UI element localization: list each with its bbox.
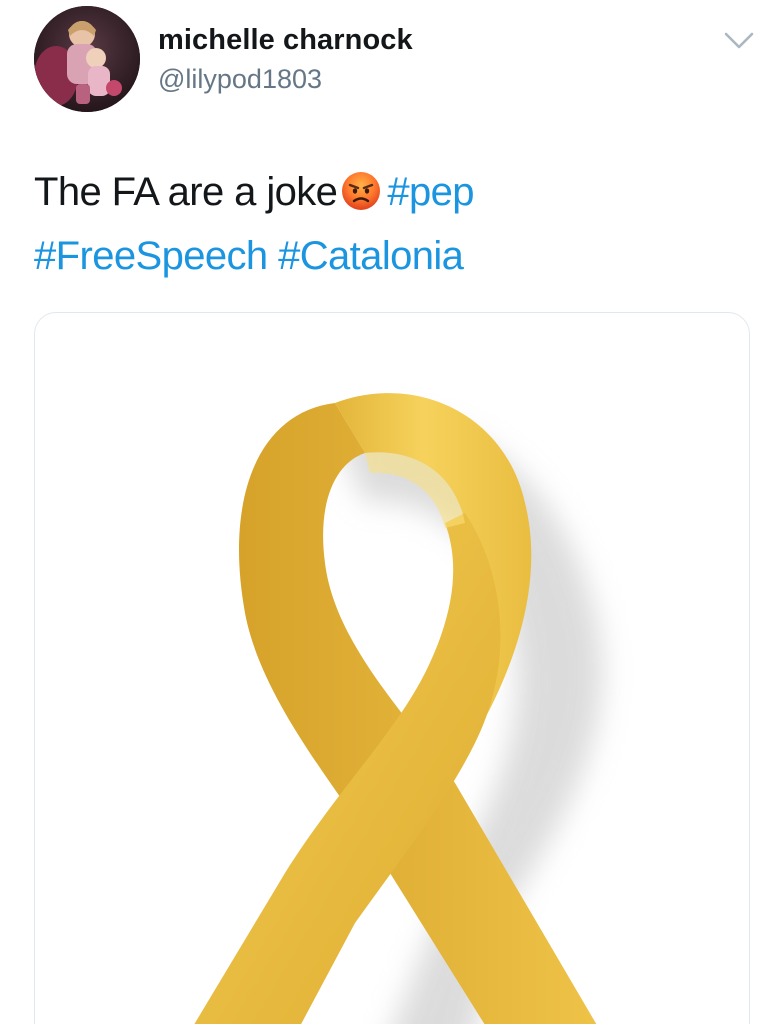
media-card[interactable] <box>34 312 750 1024</box>
avatar-image <box>34 6 140 112</box>
tweet-text-line-1: The FA are a joke #pep <box>34 160 734 224</box>
hashtag-link-catalonia[interactable]: #Catalonia <box>278 234 464 278</box>
tweet-text: The FA are a joke #pep #FreeSpeech #Cata… <box>34 160 734 288</box>
tweet-body-text: The FA are a joke <box>34 170 338 214</box>
avatar[interactable] <box>34 6 140 112</box>
chevron-down-icon[interactable] <box>722 28 756 52</box>
hashtag-link-freespeech[interactable]: #FreeSpeech <box>34 234 268 278</box>
angry-face-icon <box>342 172 381 210</box>
author-display-name[interactable]: michelle charnock <box>158 24 413 57</box>
tweet-text-line-2: #FreeSpeech #Catalonia <box>34 224 734 288</box>
tweet: michelle charnock @lilypod1803 The FA ar… <box>0 0 782 1024</box>
yellow-ribbon-icon <box>194 393 603 1024</box>
hashtag-link-pep[interactable]: #pep <box>387 170 474 214</box>
author-handle[interactable]: @lilypod1803 <box>158 64 322 95</box>
